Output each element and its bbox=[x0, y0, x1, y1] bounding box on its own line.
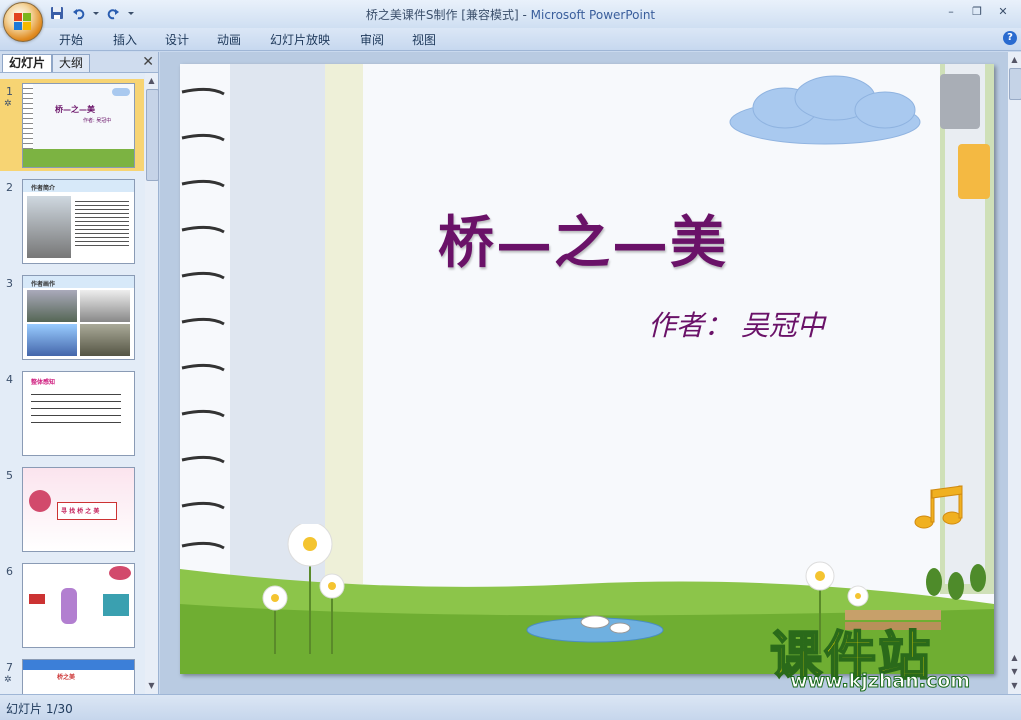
animation-badge-icon: ✲ bbox=[4, 99, 12, 109]
close-button[interactable]: ✕ bbox=[991, 3, 1015, 21]
thumbnail-scrollbar[interactable]: ▲ ▼ bbox=[145, 73, 159, 694]
cloud-icon bbox=[729, 75, 921, 145]
thumbnail-title: 作者简介 bbox=[31, 185, 56, 192]
animation-badge-icon: ✲ bbox=[4, 675, 12, 685]
tab-home[interactable]: 开始 bbox=[59, 31, 83, 48]
slide-number: 6 bbox=[6, 565, 13, 578]
spiral-binding-icon bbox=[181, 87, 225, 550]
slide-number: 5 bbox=[6, 469, 13, 482]
scroll-up-icon[interactable]: ▲ bbox=[146, 75, 157, 87]
thumbnail-preview: 作者画作 bbox=[22, 275, 135, 360]
slide-thumbnail-7[interactable]: 7 ✲ 桥之美 bbox=[0, 655, 144, 694]
slides-panel: 幻灯片 大纲 ✕ 1 ✲ 桥—之—美 作者: 吴冠中 2 作者简介 3 作者画作… bbox=[0, 52, 159, 694]
slide-thumbnail-6[interactable]: 6 bbox=[0, 559, 144, 651]
help-icon[interactable]: ? bbox=[1003, 31, 1017, 45]
slide-editing-area: 桥—之—美 作者： 吴冠中 bbox=[160, 52, 1021, 694]
slide-number: 2 bbox=[6, 181, 13, 194]
thumbnail-title: 整体感知 bbox=[31, 379, 56, 386]
watermark-url: www.kjzhan.com bbox=[789, 670, 971, 693]
slide-counter: 幻灯片 1/30 bbox=[6, 702, 73, 716]
window-title: 桥之美课件S制作 [兼容模式] - Microsoft PowerPoint bbox=[0, 6, 1021, 23]
slide-thumbnail-1[interactable]: 1 ✲ 桥—之—美 作者: 吴冠中 bbox=[0, 79, 144, 171]
thumbnail-title: 桥之美 bbox=[57, 674, 76, 681]
ribbon-tabs: 开始 插入 设计 动画 幻灯片放映 审阅 视图 ? bbox=[0, 28, 1021, 51]
tab-slides[interactable]: 幻灯片 bbox=[2, 54, 53, 72]
thumbnail-preview: 作者简介 bbox=[22, 179, 135, 264]
slide-number: 7 bbox=[6, 661, 13, 674]
document-title: 桥之美课件S制作 [兼容模式] - bbox=[365, 8, 531, 22]
scroll-down-icon[interactable]: ▼ bbox=[1009, 680, 1020, 692]
status-bar: 幻灯片 1/30 bbox=[0, 694, 1021, 720]
scrollbar-thumb[interactable] bbox=[1009, 68, 1021, 100]
slide-number: 1 bbox=[6, 85, 13, 98]
app-name: Microsoft PowerPoint bbox=[530, 8, 656, 22]
tab-insert[interactable]: 插入 bbox=[113, 31, 137, 48]
slide-thumbnail-2[interactable]: 2 作者简介 bbox=[0, 175, 144, 267]
slide-number: 3 bbox=[6, 277, 13, 290]
thumbnail-preview: 寻 找 桥 之 美 bbox=[22, 467, 135, 552]
slide-title[interactable]: 桥—之—美 bbox=[438, 198, 728, 279]
thumbnail-title: 寻 找 桥 之 美 bbox=[61, 508, 100, 515]
thumbnail-list: 1 ✲ 桥—之—美 作者: 吴冠中 2 作者简介 3 作者画作 4 整体感知 5… bbox=[0, 73, 144, 694]
slide-number: 4 bbox=[6, 373, 13, 386]
tab-design[interactable]: 设计 bbox=[165, 31, 189, 48]
thumbnail-preview: 整体感知 bbox=[22, 371, 135, 456]
panel-tabs: 幻灯片 大纲 ✕ bbox=[0, 52, 158, 73]
close-panel-icon[interactable]: ✕ bbox=[142, 54, 154, 70]
slide-thumbnail-5[interactable]: 5 寻 找 桥 之 美 bbox=[0, 463, 144, 555]
current-slide[interactable]: 桥—之—美 作者： 吴冠中 bbox=[180, 64, 994, 674]
office-logo-icon bbox=[14, 13, 32, 31]
tab-review[interactable]: 审阅 bbox=[360, 31, 384, 48]
thumbnail-preview: 桥—之—美 作者: 吴冠中 bbox=[22, 83, 135, 168]
tab-slide-show[interactable]: 幻灯片放映 bbox=[270, 31, 330, 48]
tab-animations[interactable]: 动画 bbox=[217, 31, 241, 48]
window-controls: – ❐ ✕ bbox=[939, 3, 1015, 21]
next-slide-icon[interactable]: ▼ bbox=[1009, 666, 1020, 678]
thumbnail-preview: 桥之美 bbox=[22, 659, 135, 694]
scroll-down-icon[interactable]: ▼ bbox=[146, 680, 157, 692]
office-button[interactable] bbox=[3, 2, 43, 42]
slide-author[interactable]: 作者： 吴冠中 bbox=[648, 304, 825, 344]
slide-thumbnail-3[interactable]: 3 作者画作 bbox=[0, 271, 144, 363]
scroll-up-icon[interactable]: ▲ bbox=[1009, 54, 1020, 66]
thumbnail-subtitle: 作者: 吴冠中 bbox=[83, 118, 112, 124]
thumbnail-title: 作者画作 bbox=[31, 281, 56, 288]
restore-button[interactable]: ❐ bbox=[965, 3, 989, 21]
title-bar: 桥之美课件S制作 [兼容模式] - Microsoft PowerPoint –… bbox=[0, 0, 1021, 29]
tab-view[interactable]: 视图 bbox=[412, 31, 436, 48]
thumbnail-preview bbox=[22, 563, 135, 648]
tab-outline[interactable]: 大纲 bbox=[52, 54, 91, 72]
slide-thumbnail-4[interactable]: 4 整体感知 bbox=[0, 367, 144, 459]
thumbnail-title: 桥—之—美 bbox=[55, 105, 95, 114]
slide-scrollbar[interactable]: ▲ ▲ ▼ ▼ bbox=[1008, 52, 1021, 694]
minimize-button[interactable]: – bbox=[939, 3, 963, 21]
scrollbar-thumb[interactable] bbox=[146, 89, 159, 181]
previous-slide-icon[interactable]: ▲ bbox=[1009, 652, 1020, 664]
